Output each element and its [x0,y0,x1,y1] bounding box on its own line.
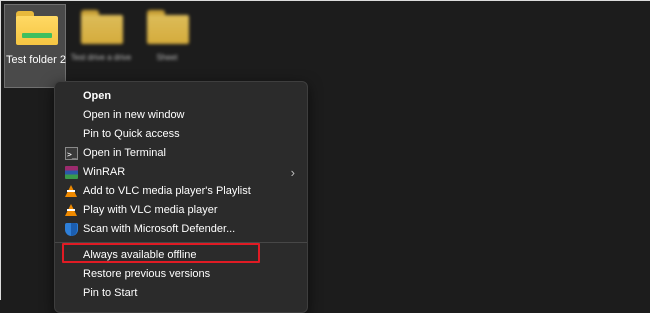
chevron-right-icon: › [290,165,295,180]
desktop-folder-blurred-1[interactable]: Test drive a drive [70,4,132,88]
menu-item-open-terminal[interactable]: Open in Terminal [59,144,303,164]
menu-item-scan-defender[interactable]: Scan with Microsoft Defender... [59,220,303,239]
menu-item-restore-versions[interactable]: Restore previous versions [59,265,303,284]
winrar-icon [65,166,78,179]
menu-item-label: Open in Terminal [83,147,166,159]
menu-item-open[interactable]: Open [59,87,303,106]
terminal-icon [65,145,78,164]
menu-item-label: Add to VLC media player's Playlist [83,185,251,197]
folder-icon [16,11,58,45]
menu-item-label: WinRAR [83,166,126,178]
menu-item-winrar[interactable]: WinRAR › [59,163,303,182]
context-menu: Open Open in new window Pin to Quick acc… [54,81,308,313]
menu-item-label: Pin to Start [83,287,138,299]
menu-item-label: Open [83,90,112,102]
folder-icon [147,10,189,44]
menu-item-label: Play with VLC media player [83,204,218,216]
desktop-folder-test-folder-2[interactable]: Test folder 2 [4,4,66,88]
menu-item-label: Scan with Microsoft Defender... [83,223,236,235]
folder-label: Test drive a drive [70,53,132,62]
menu-item-label: Open in new window [83,109,185,121]
desktop-folder-blurred-2[interactable]: Sheet [136,4,198,88]
highlight-box [62,243,260,263]
menu-item-label: Restore previous versions [83,268,211,280]
vlc-icon [65,204,77,216]
menu-item-label: Pin to Quick access [83,128,180,140]
menu-item-open-new-window[interactable]: Open in new window [59,106,303,125]
folder-label: Test folder 2 [6,54,66,66]
menu-item-pin-start[interactable]: Pin to Start [59,284,303,303]
folder-label: Sheet [156,53,178,62]
defender-shield-icon [65,223,78,236]
menu-item-vlc-play[interactable]: Play with VLC media player [59,201,303,220]
folder-icon [81,10,123,44]
vlc-icon [65,185,77,197]
menu-item-vlc-add-playlist[interactable]: Add to VLC media player's Playlist [59,182,303,201]
menu-item-pin-quick-access[interactable]: Pin to Quick access [59,125,303,144]
